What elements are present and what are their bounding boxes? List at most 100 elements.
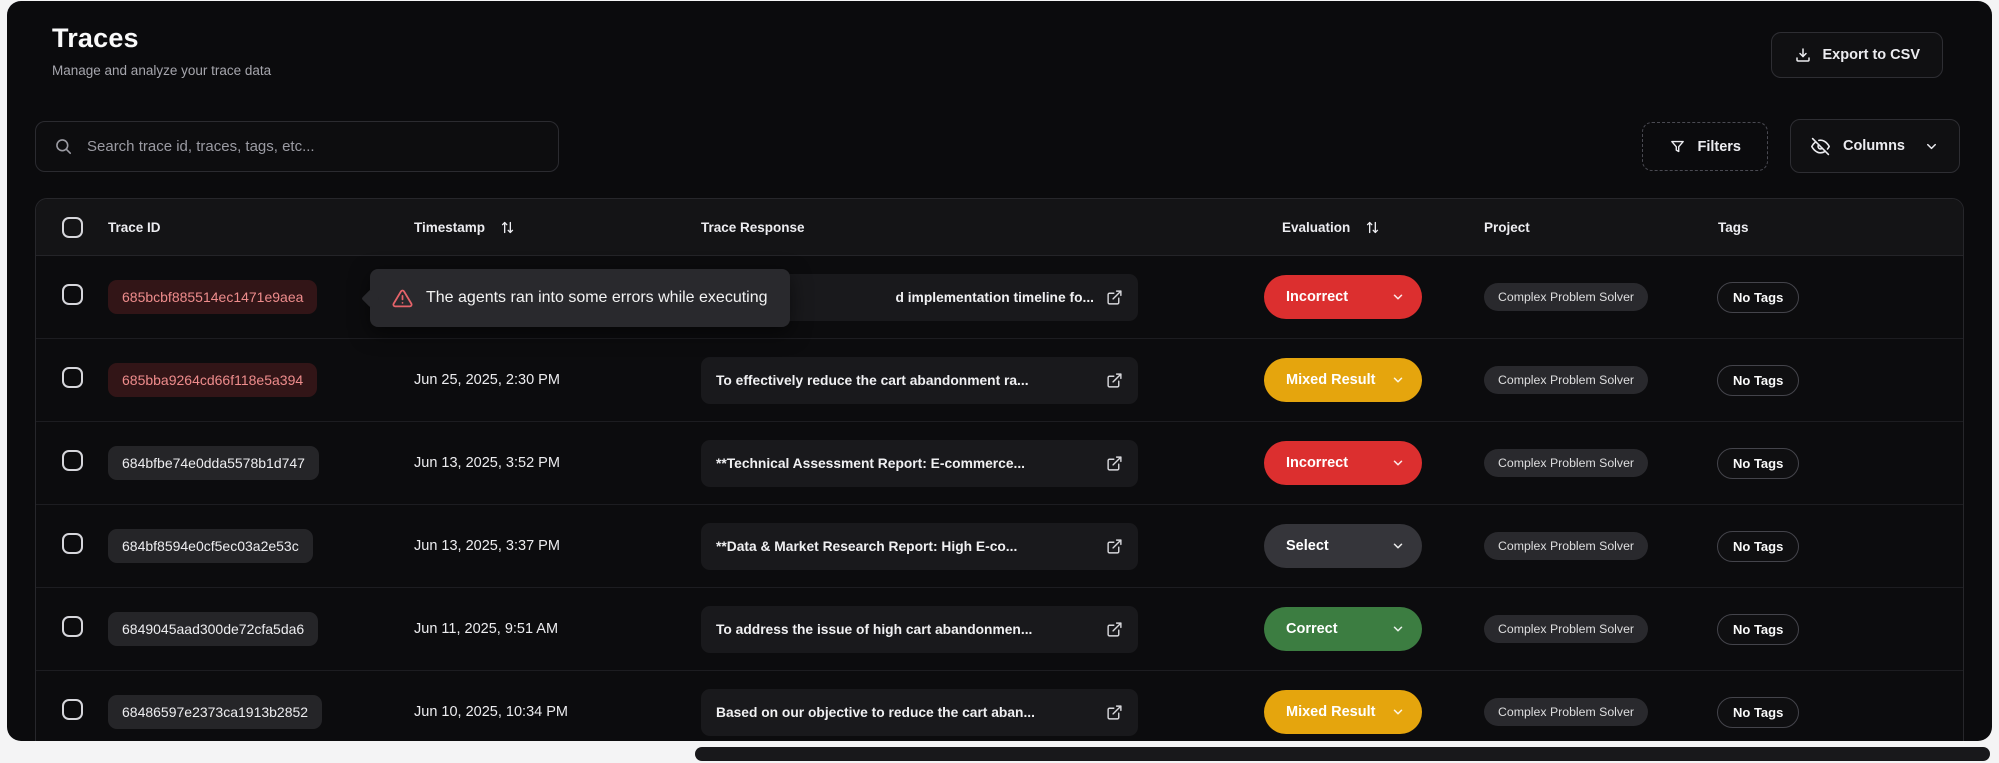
search-input[interactable] — [87, 138, 540, 155]
trace-id-pill[interactable]: 684bfbe74e0dda5578b1d747 — [108, 446, 319, 480]
evaluation-label: Mixed Result — [1286, 372, 1375, 388]
tags-badge: No Tags — [1717, 365, 1799, 396]
export-csv-label: Export to CSV — [1823, 47, 1920, 63]
timestamp-text: Jun 13, 2025, 3:52 PM — [414, 455, 701, 471]
trace-response-text: Based on our objective to reduce the car… — [716, 705, 1094, 720]
row-checkbox[interactable] — [62, 616, 83, 637]
filters-button[interactable]: Filters — [1642, 122, 1768, 171]
trace-response-text: **Data & Market Research Report: High E-… — [716, 539, 1094, 554]
tags-badge: No Tags — [1717, 614, 1799, 645]
chevron-down-icon — [1391, 456, 1405, 470]
trace-id-pill[interactable]: 68486597e2373ca1913b2852 — [108, 695, 322, 729]
select-all-checkbox[interactable] — [62, 217, 83, 238]
trace-response-box[interactable]: **Technical Assessment Report: E-commerc… — [701, 440, 1138, 487]
external-link-icon[interactable] — [1106, 289, 1123, 306]
filters-label: Filters — [1697, 139, 1741, 155]
error-tooltip-text: The agents ran into some errors while ex… — [426, 289, 768, 307]
trace-response-text: To address the issue of high cart abando… — [716, 622, 1094, 637]
error-tooltip: The agents ran into some errors while ex… — [370, 269, 790, 327]
external-link-icon[interactable] — [1106, 704, 1123, 721]
project-badge: Complex Problem Solver — [1484, 615, 1648, 643]
table-row: 6849045aad300de72cfa5da6 Jun 11, 2025, 9… — [36, 588, 1963, 671]
page-header: Traces Manage and analyze your trace dat… — [52, 23, 271, 78]
column-header-timestamp[interactable]: Timestamp — [414, 219, 701, 236]
row-checkbox[interactable] — [62, 533, 83, 554]
trace-response-box[interactable]: **Data & Market Research Report: High E-… — [701, 523, 1138, 570]
trace-id-pill[interactable]: 685bcbf885514ec1471e9aea — [108, 280, 317, 314]
table-body: 685bcbf885514ec1471e9aea d implementatio… — [36, 256, 1963, 741]
evaluation-dropdown[interactable]: Select — [1264, 524, 1422, 568]
page-title: Traces — [52, 23, 271, 54]
project-badge: Complex Problem Solver — [1484, 449, 1648, 477]
columns-label: Columns — [1843, 138, 1905, 154]
project-badge: Complex Problem Solver — [1484, 698, 1648, 726]
evaluation-dropdown[interactable]: Mixed Result — [1264, 358, 1422, 402]
evaluation-dropdown[interactable]: Correct — [1264, 607, 1422, 651]
row-checkbox[interactable] — [62, 450, 83, 471]
search-icon — [54, 137, 73, 156]
table-row: 684bfbe74e0dda5578b1d747 Jun 13, 2025, 3… — [36, 422, 1963, 505]
column-header-project: Project — [1474, 220, 1708, 235]
page-subtitle: Manage and analyze your trace data — [52, 63, 271, 78]
external-link-icon[interactable] — [1106, 455, 1123, 472]
table-row: 68486597e2373ca1913b2852 Jun 10, 2025, 1… — [36, 671, 1963, 741]
tags-badge: No Tags — [1717, 282, 1799, 313]
evaluation-dropdown[interactable]: Incorrect — [1264, 441, 1422, 485]
timestamp-text: Jun 11, 2025, 9:51 AM — [414, 621, 701, 637]
export-csv-button[interactable]: Export to CSV — [1771, 32, 1943, 78]
eye-off-icon — [1811, 137, 1830, 156]
column-header-trace-id: Trace ID — [108, 220, 414, 235]
evaluation-label: Incorrect — [1286, 455, 1348, 471]
tags-badge: No Tags — [1717, 697, 1799, 728]
external-link-icon[interactable] — [1106, 372, 1123, 389]
timestamp-text: Jun 10, 2025, 10:34 PM — [414, 704, 701, 720]
timestamp-text: Jun 13, 2025, 3:37 PM — [414, 538, 701, 554]
trace-response-box[interactable]: To address the issue of high cart abando… — [701, 606, 1138, 653]
project-badge: Complex Problem Solver — [1484, 366, 1648, 394]
trace-response-box[interactable]: Based on our objective to reduce the car… — [701, 689, 1138, 736]
project-badge: Complex Problem Solver — [1484, 532, 1648, 560]
horizontal-scrollbar[interactable] — [695, 747, 1990, 761]
chevron-down-icon — [1924, 139, 1939, 154]
chevron-down-icon — [1391, 290, 1405, 304]
row-checkbox[interactable] — [62, 699, 83, 720]
download-icon — [1794, 46, 1812, 64]
traces-page: Traces Manage and analyze your trace dat… — [7, 1, 1992, 741]
external-link-icon[interactable] — [1106, 538, 1123, 555]
sort-icon[interactable] — [499, 219, 516, 236]
trace-response-text: **Technical Assessment Report: E-commerc… — [716, 456, 1094, 471]
table-row: 685bcbf885514ec1471e9aea d implementatio… — [36, 256, 1963, 339]
table-row: 685bba9264cd66f118e5a394 Jun 25, 2025, 2… — [36, 339, 1963, 422]
column-header-tags: Tags — [1708, 220, 1963, 235]
chevron-down-icon — [1391, 622, 1405, 636]
columns-button[interactable]: Columns — [1790, 119, 1960, 173]
project-badge: Complex Problem Solver — [1484, 283, 1648, 311]
table-header-row: Trace ID Timestamp Trace Response Evalua… — [36, 199, 1963, 256]
column-header-response: Trace Response — [701, 220, 1264, 235]
trace-response-box[interactable]: To effectively reduce the cart abandonme… — [701, 357, 1138, 404]
tags-badge: No Tags — [1717, 448, 1799, 479]
trace-response-text: To effectively reduce the cart abandonme… — [716, 373, 1094, 388]
trace-id-pill[interactable]: 684bf8594e0cf5ec03a2e53c — [108, 529, 313, 563]
external-link-icon[interactable] — [1106, 621, 1123, 638]
column-header-evaluation[interactable]: Evaluation — [1264, 219, 1474, 236]
trace-id-pill[interactable]: 685bba9264cd66f118e5a394 — [108, 363, 317, 397]
row-checkbox[interactable] — [62, 284, 83, 305]
table-row: 684bf8594e0cf5ec03a2e53c Jun 13, 2025, 3… — [36, 505, 1963, 588]
evaluation-label: Mixed Result — [1286, 704, 1375, 720]
traces-table: Trace ID Timestamp Trace Response Evalua… — [35, 198, 1964, 741]
timestamp-text: Jun 25, 2025, 2:30 PM — [414, 372, 701, 388]
evaluation-label: Incorrect — [1286, 289, 1348, 305]
evaluation-dropdown[interactable]: Incorrect — [1264, 275, 1422, 319]
sort-icon[interactable] — [1364, 219, 1381, 236]
search-box[interactable] — [35, 121, 559, 172]
evaluation-label: Select — [1286, 538, 1329, 554]
warning-triangle-icon — [392, 288, 413, 309]
row-checkbox[interactable] — [62, 367, 83, 388]
trace-id-pill[interactable]: 6849045aad300de72cfa5da6 — [108, 612, 318, 646]
evaluation-dropdown[interactable]: Mixed Result — [1264, 690, 1422, 734]
chevron-down-icon — [1391, 705, 1405, 719]
filter-funnel-icon — [1669, 138, 1686, 155]
chevron-down-icon — [1391, 373, 1405, 387]
chevron-down-icon — [1391, 539, 1405, 553]
